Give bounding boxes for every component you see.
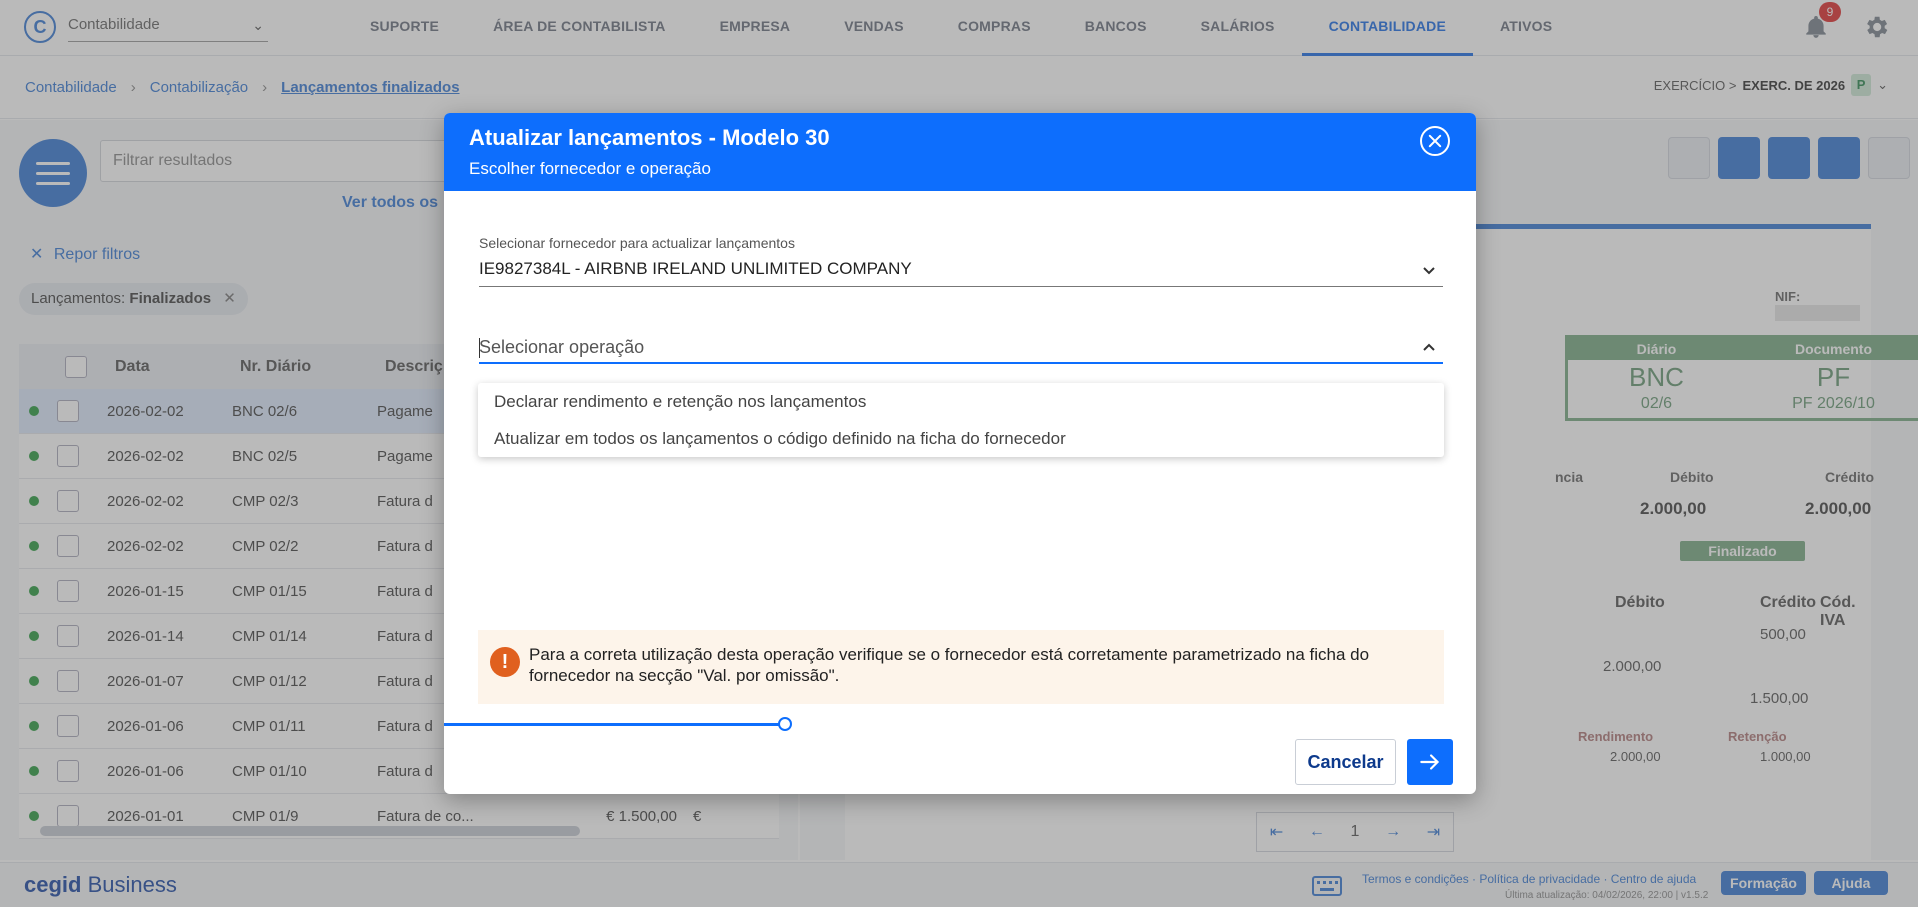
- modal-subtitle: Escolher fornecedor e operação: [469, 159, 711, 178]
- cancel-button[interactable]: Cancelar: [1295, 739, 1396, 785]
- supplier-field-label: Selecionar fornecedor para actualizar la…: [479, 235, 795, 251]
- modal-title: Atualizar lançamentos - Modelo 30: [469, 125, 830, 150]
- chevron-down-icon: [1423, 267, 1435, 275]
- progress-knob: [778, 717, 792, 731]
- warning-icon: !: [490, 647, 520, 677]
- dropdown-option[interactable]: Declarar rendimento e retenção nos lança…: [478, 383, 1444, 420]
- chevron-up-icon: [1423, 343, 1435, 351]
- modal-header: Atualizar lançamentos - Modelo 30 Escolh…: [444, 113, 1476, 191]
- warning-banner: ! Para a correta utilização desta operaç…: [478, 630, 1444, 704]
- supplier-select-value: IE9827384L - AIRBNB IRELAND UNLIMITED CO…: [479, 259, 912, 278]
- operation-select[interactable]: Selecionar operação: [479, 332, 1443, 364]
- arrow-right-icon: [1420, 754, 1440, 770]
- close-icon[interactable]: [1420, 126, 1450, 156]
- update-entries-modal: Atualizar lançamentos - Modelo 30 Escolh…: [444, 113, 1476, 794]
- warning-text: Para a correta utilização desta operação…: [529, 645, 1370, 685]
- next-button[interactable]: [1407, 739, 1453, 785]
- dropdown-option[interactable]: Atualizar em todos os lançamentos o códi…: [478, 420, 1444, 457]
- supplier-select[interactable]: IE9827384L - AIRBNB IRELAND UNLIMITED CO…: [479, 255, 1443, 287]
- text-cursor: [479, 338, 480, 358]
- operation-select-placeholder: Selecionar operação: [479, 337, 645, 357]
- operation-dropdown: Declarar rendimento e retenção nos lança…: [478, 383, 1444, 457]
- progress-bar: [444, 723, 785, 726]
